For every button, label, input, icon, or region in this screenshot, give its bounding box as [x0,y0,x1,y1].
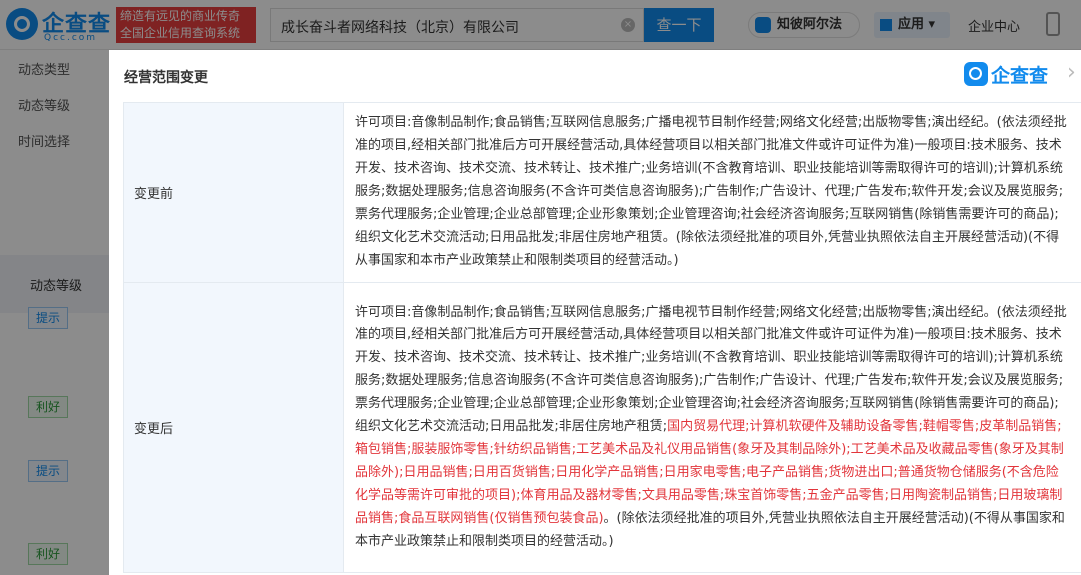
modal-logo: 企查查 [964,61,1060,87]
scope-after-added: 国内贸易代理;计算机软硬件及辅助设备零售;鞋帽零售;皮革制品销售;箱包销售;服装… [355,419,1064,526]
row-label-before: 变更前 [123,102,344,283]
close-icon[interactable]: › [1067,62,1076,84]
table-row: 变更前 许可项目:音像制品制作;食品销售;互联网信息服务;广播电视节目制作经营;… [123,102,1081,283]
row-label-after: 变更后 [123,282,344,573]
change-table: 变更前 许可项目:音像制品制作;食品销售;互联网信息服务;广播电视节目制作经营;… [123,102,1081,573]
modal-logo-text: 企查查 [991,65,1049,87]
modal-title: 经营范围变更 [124,70,208,86]
scope-after-unchanged: 许可项目:音像制品制作;食品销售;互联网信息服务;广播电视节目制作经营;网络文化… [355,304,1067,435]
table-row: 变更后 许可项目:音像制品制作;食品销售;互联网信息服务;广播电视节目制作经营;… [123,282,1081,573]
scope-after-text: 许可项目:音像制品制作;食品销售;互联网信息服务;广播电视节目制作经营;网络文化… [343,282,1081,573]
scope-before-text: 许可项目:音像制品制作;食品销售;互联网信息服务;广播电视节目制作经营;网络文化… [343,102,1081,283]
change-detail-modal: 经营范围变更 企查查 › 变更前 许可项目:音像制品制作;食品销售;互联网信息服… [109,50,1081,575]
logo-icon [964,62,988,86]
